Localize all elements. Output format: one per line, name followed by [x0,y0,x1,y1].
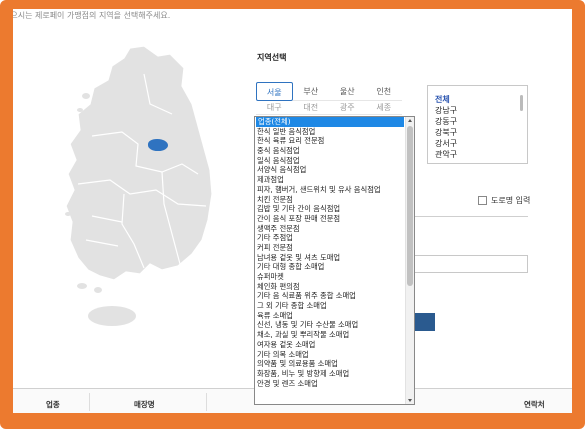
region-button-ulsan[interactable]: 울산 [329,82,366,101]
column-header-contact: 연락처 [524,400,545,409]
korea-map[interactable] [52,44,222,329]
category-option[interactable]: 중식 음식점업 [255,146,406,156]
category-option[interactable]: 김밥 및 기타 간이 음식점업 [255,204,406,214]
category-option[interactable]: 그 외 기타 종합 소매업 [255,301,406,311]
column-divider [206,393,207,411]
category-options: 업종(전체) 한식 일반 음식점업 한식 육류 요리 전문점 중식 음식점업 일식 음식… [255,117,406,388]
category-option[interactable]: 안경 및 렌즈 소매업 [255,379,406,389]
district-item[interactable]: 강동구 [428,116,527,127]
category-option[interactable]: 한식 육류 요리 전문점 [255,136,406,146]
seoul-marker[interactable] [148,139,168,151]
district-scrollbar[interactable] [520,95,523,111]
region-button-incheon[interactable]: 인천 [365,82,402,101]
category-option[interactable]: 기타 의복 소매업 [255,350,406,360]
region-grid: 서울 부산 울산 인천 대구 대전 광주 세종 [256,82,402,115]
category-option[interactable]: 체인화 편의점 [255,282,406,292]
region-button-daejeon[interactable]: 대전 [292,101,329,115]
category-option[interactable]: 화장품, 비누 및 방향제 소매업 [255,369,406,379]
category-option[interactable]: 생맥주 전문점 [255,224,406,234]
category-option[interactable]: 제과점업 [255,175,406,185]
category-option[interactable]: 커피 전문점 [255,243,406,253]
column-header-store-name: 매장명 [134,400,155,409]
category-option[interactable]: 기타 음 식료품 위주 종합 소매업 [255,291,406,301]
category-option[interactable]: 치킨 전문점 [255,195,406,205]
dropdown-scroll-thumb[interactable] [407,126,413,286]
category-option[interactable]: 간이 음식 포장 판매 전문점 [255,214,406,224]
road-name-checkbox[interactable] [478,196,487,205]
district-item[interactable]: 전체 [428,86,527,105]
instruction-text: 찾으시는 제로페이 가맹점의 지역을 선택해주세요. [3,11,171,20]
region-button-seoul[interactable]: 서울 [256,82,293,101]
address-input[interactable] [406,255,528,273]
category-option[interactable]: 슈퍼마켓 [255,272,406,282]
category-option[interactable]: 한식 일반 음식점업 [255,127,406,137]
category-option[interactable]: 남녀용 겉옷 및 셔츠 도매업 [255,253,406,263]
road-name-label: 도로명 입력 [491,196,531,205]
divider [404,216,528,217]
district-item[interactable]: 강서구 [428,138,527,149]
category-option[interactable]: 기타 대형 종합 소매업 [255,262,406,272]
triangle-down-icon[interactable] [408,399,412,402]
category-option[interactable]: 업종(전체) [256,117,404,127]
category-option[interactable]: 일식 음식점업 [255,156,406,166]
region-select-title: 지역선택 [257,53,287,62]
category-option[interactable]: 육류 소매업 [255,311,406,321]
category-option[interactable]: 신선, 냉동 및 기타 수산물 소매업 [255,320,406,330]
korea-map-icon [65,45,213,326]
category-dropdown-list[interactable]: 업종(전체) 한식 일반 음식점업 한식 육류 요리 전문점 중식 음식점업 일식 음식… [254,116,415,405]
category-option[interactable]: 기타 주점업 [255,233,406,243]
region-button-busan[interactable]: 부산 [292,82,329,101]
triangle-up-icon[interactable] [408,119,412,122]
category-option[interactable]: 채소, 과실 및 뿌리작물 소매업 [255,330,406,340]
column-divider [89,393,90,411]
district-item[interactable]: 강북구 [428,127,527,138]
category-option[interactable]: 서양식 음식점업 [255,165,406,175]
region-button-daegu[interactable]: 대구 [256,101,293,115]
district-listbox[interactable]: 전체 강남구 강동구 강북구 강서구 관악구 [427,85,528,164]
category-option[interactable]: 피자, 햄버거, 샌드위치 및 유사 음식점업 [255,185,406,195]
category-option[interactable]: 의약품 및 의료용품 소매업 [255,359,406,369]
district-item[interactable]: 강남구 [428,105,527,116]
region-button-gwangju[interactable]: 광주 [329,101,366,115]
category-option[interactable]: 여자용 겉옷 소매업 [255,340,406,350]
dropdown-scrollbar[interactable] [405,117,414,404]
column-header-category: 업종 [46,400,60,409]
district-item[interactable]: 관악구 [428,149,527,160]
region-button-sejong[interactable]: 세종 [365,101,402,115]
